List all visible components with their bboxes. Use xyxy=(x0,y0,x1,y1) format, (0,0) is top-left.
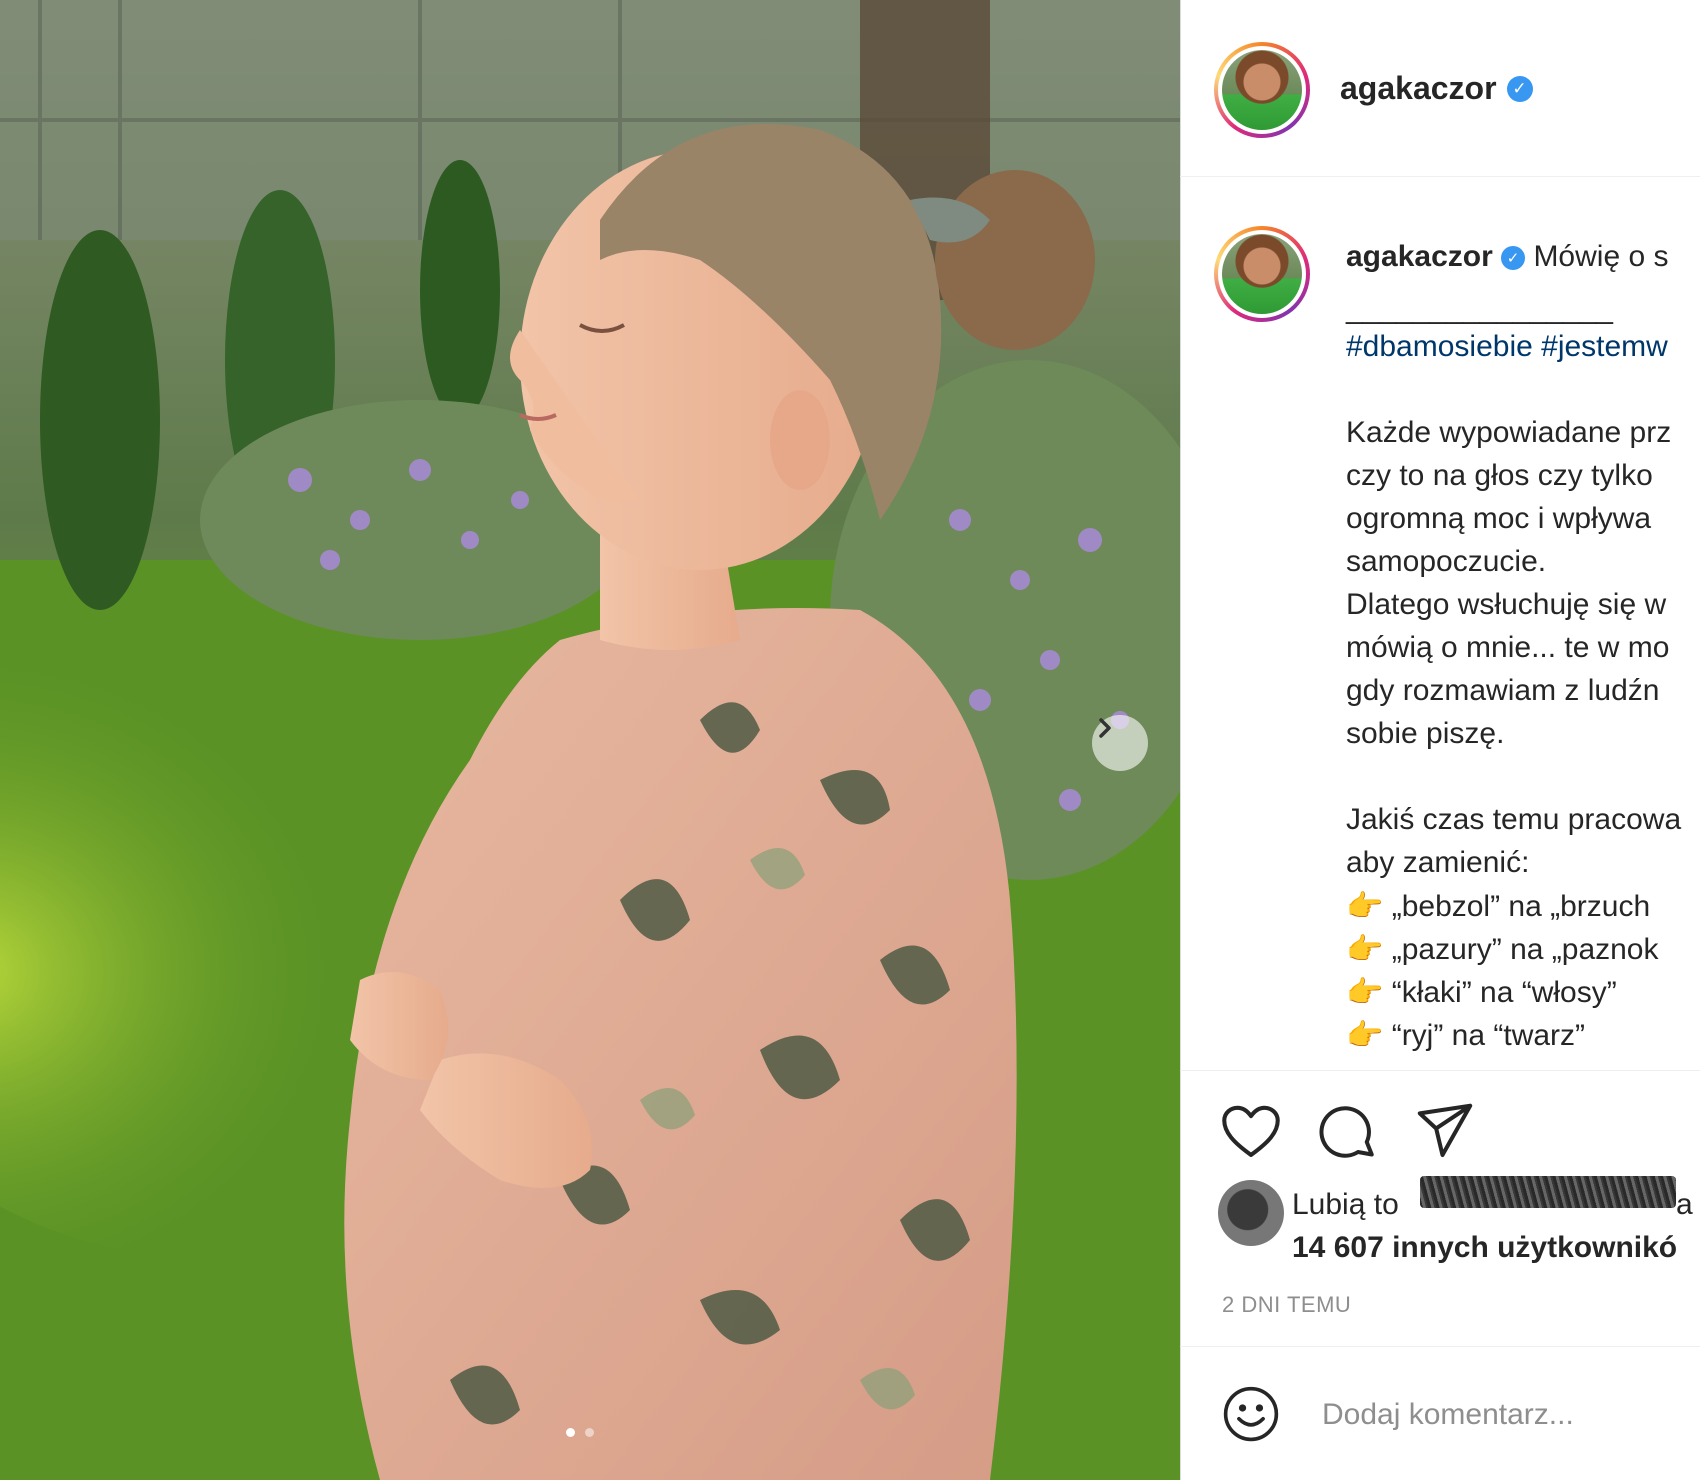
heart-icon[interactable] xyxy=(1220,1104,1282,1165)
pointing-hand-icon: 👉 xyxy=(1346,933,1384,966)
post-photo[interactable] xyxy=(0,0,1180,1480)
verified-badge-icon: ✓ xyxy=(1501,246,1526,271)
caption-list-item: 👉 „pazury” na „paznok xyxy=(1346,932,1659,967)
caption-list-item: 👉 “kłaki” na “włosy” xyxy=(1346,975,1617,1010)
likes-prefix: Lubią to xyxy=(1292,1188,1399,1221)
list-item-text: “ryj” na “twarz” xyxy=(1391,1019,1586,1052)
smiley-icon[interactable] xyxy=(1222,1385,1280,1448)
caption-line: Dlatego wsłuchuję się w xyxy=(1346,588,1667,621)
caption-line: Każde wypowiadane prz xyxy=(1346,416,1672,449)
likes-line: Lubią to xyxy=(1292,1188,1399,1222)
caption-divider xyxy=(1180,1070,1700,1071)
actions-divider xyxy=(1180,1346,1700,1347)
username-link[interactable]: agakaczor xyxy=(1340,70,1497,107)
caption-line: ogromną moc i wpływa xyxy=(1346,502,1652,535)
list-item-text: “kłaki” na “włosy” xyxy=(1391,976,1617,1009)
comment-icon[interactable] xyxy=(1318,1102,1378,1167)
caption-separator: ________________ xyxy=(1346,292,1613,325)
caption-line: sobie piszę. xyxy=(1346,717,1505,750)
likes-suffix: a i xyxy=(1676,1188,1700,1221)
header-avatar[interactable] xyxy=(1214,42,1310,138)
share-icon[interactable] xyxy=(1414,1102,1476,1165)
liker-avatar[interactable] xyxy=(1218,1180,1284,1246)
caption-list-item: 👉 „bebzol” na „brzuch xyxy=(1346,889,1650,924)
caption-first-line: agakaczor ✓ Mówię o s xyxy=(1346,240,1668,274)
caption-username-link[interactable]: agakaczor xyxy=(1346,240,1493,273)
verified-badge-icon: ✓ xyxy=(1506,75,1533,102)
caption-list-item: 👉 “ryj” na “twarz” xyxy=(1346,1018,1585,1053)
redacted-username xyxy=(1420,1176,1676,1208)
list-item-text: „pazury” na „paznok xyxy=(1391,933,1659,966)
header-username[interactable]: agakaczor ✓ xyxy=(1340,70,1533,107)
photo-illustration xyxy=(0,0,1180,1480)
caption-line: czy to na głos czy tylko xyxy=(1346,459,1653,492)
likes-count-link[interactable]: 14 607 innych użytkownikó xyxy=(1292,1231,1677,1265)
comment-input[interactable] xyxy=(1320,1392,1694,1438)
carousel-indicator xyxy=(566,1428,594,1437)
caption-text-start: Mówię o s xyxy=(1533,240,1669,273)
pointing-hand-icon: 👉 xyxy=(1346,1019,1384,1052)
carousel-dot xyxy=(585,1428,594,1437)
pointing-hand-icon: 👉 xyxy=(1346,890,1384,923)
carousel-dot-active xyxy=(566,1428,575,1437)
header-divider xyxy=(1180,176,1700,177)
caption-line: samopoczucie. xyxy=(1346,545,1547,578)
avatar xyxy=(1222,234,1302,314)
caption-line: aby zamienić: xyxy=(1346,846,1530,879)
pointing-hand-icon: 👉 xyxy=(1346,976,1384,1009)
avatar xyxy=(1222,50,1302,130)
next-photo-button[interactable] xyxy=(1092,715,1148,771)
list-item-text: „bebzol” na „brzuch xyxy=(1391,890,1651,923)
caption-avatar[interactable] xyxy=(1214,226,1310,322)
caption-line: mówią o mnie... te w mo xyxy=(1346,631,1670,664)
caption-hashtags[interactable]: #dbamosiebie #jestemw xyxy=(1346,330,1668,364)
post-timestamp[interactable]: 2 DNI TEMU xyxy=(1222,1292,1351,1318)
caption-line: gdy rozmawiam z ludźn xyxy=(1346,674,1660,707)
caption-line: Jakiś czas temu pracowa xyxy=(1346,803,1682,836)
